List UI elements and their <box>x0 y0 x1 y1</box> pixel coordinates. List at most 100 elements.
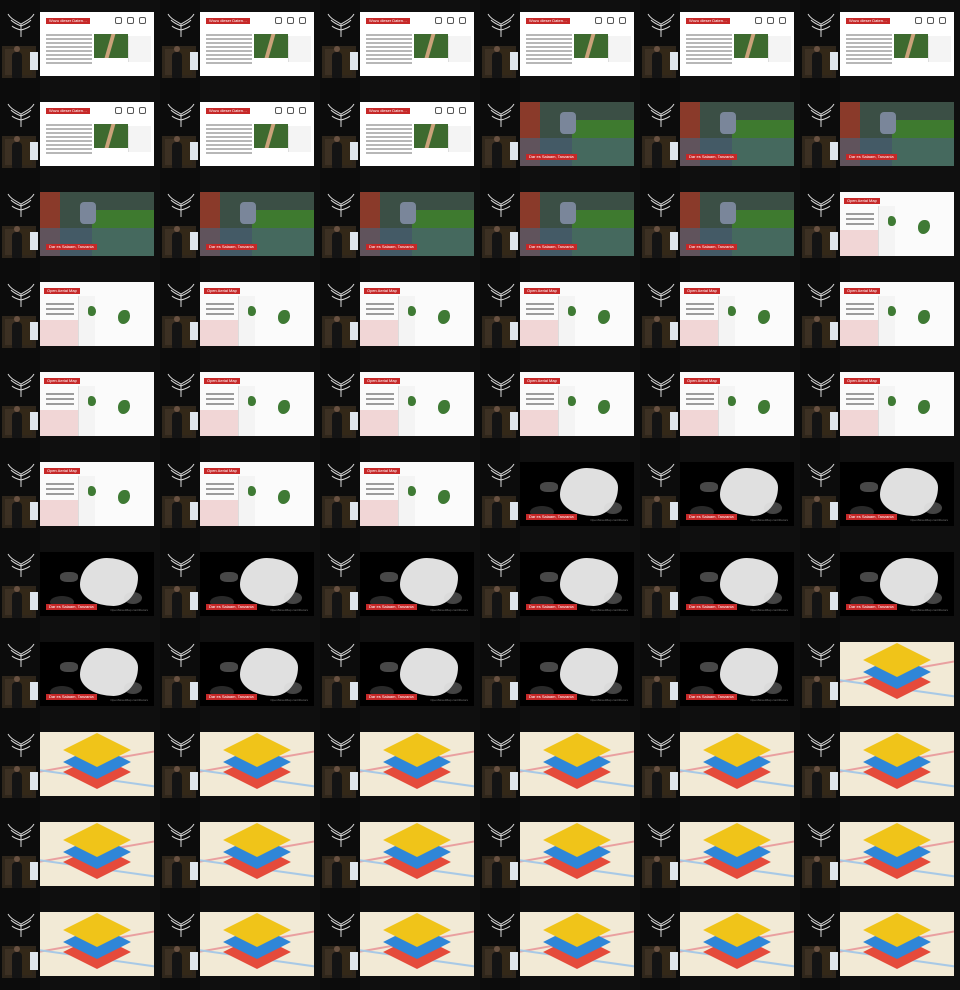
video-thumbnail[interactable]: Open Aerial Map <box>0 360 160 450</box>
slide-text: Wozu dieser Daten… <box>520 12 634 76</box>
video-thumbnail[interactable]: Dar es Salaam, Tanzania <box>640 90 800 180</box>
slide-title: Wozu dieser Daten… <box>206 108 250 114</box>
video-thumbnail[interactable]: Dar es Salaam, Tanzania <box>480 90 640 180</box>
video-thumbnail[interactable] <box>800 630 960 720</box>
video-thumbnail[interactable]: Dar es Salaam, Tanzania <box>480 180 640 270</box>
slide-title: Open Aerial Map <box>44 288 80 294</box>
video-thumbnail[interactable]: Dar es Salaam, Tanzania OpenStreetMap con… <box>640 540 800 630</box>
text-line <box>46 308 74 310</box>
video-thumbnail[interactable] <box>640 810 800 900</box>
video-thumbnail[interactable]: Open Aerial Map <box>480 270 640 360</box>
video-thumbnail[interactable]: Dar es Salaam, Tanzania OpenStreetMap con… <box>160 540 320 630</box>
video-thumbnail[interactable] <box>480 900 640 990</box>
video-thumbnail[interactable]: Open Aerial Map <box>800 360 960 450</box>
video-thumbnail[interactable] <box>320 810 480 900</box>
window-screen <box>350 322 358 340</box>
video-thumbnail[interactable]: Wozu dieser Daten… <box>160 0 320 90</box>
video-thumbnail[interactable] <box>160 720 320 810</box>
video-thumbnail[interactable]: Wozu dieser Daten… <box>0 90 160 180</box>
video-thumbnail[interactable]: Dar es Salaam, Tanzania <box>640 180 800 270</box>
video-thumbnail[interactable]: Dar es Salaam, Tanzania OpenStreetMap con… <box>160 630 320 720</box>
video-thumbnail[interactable]: Dar es Salaam, Tanzania OpenStreetMap con… <box>320 630 480 720</box>
video-thumbnail[interactable]: Dar es Salaam, Tanzania OpenStreetMap con… <box>800 540 960 630</box>
thumbnail-row <box>0 900 960 990</box>
video-thumbnail[interactable]: Dar es Salaam, Tanzania OpenStreetMap con… <box>320 540 480 630</box>
location-banner: Dar es Salaam, Tanzania <box>686 604 737 610</box>
tree-logo-icon <box>804 100 838 128</box>
video-thumbnail[interactable]: Dar es Salaam, Tanzania OpenStreetMap con… <box>640 630 800 720</box>
video-thumbnail[interactable]: Dar es Salaam, Tanzania OpenStreetMap con… <box>0 540 160 630</box>
text-line <box>526 46 572 48</box>
map-area <box>598 310 610 324</box>
video-thumbnail[interactable] <box>800 900 960 990</box>
video-thumbnail[interactable]: Wozu dieser Daten… <box>320 0 480 90</box>
video-thumbnail[interactable]: Wozu dieser Daten… <box>320 90 480 180</box>
video-thumbnail[interactable]: Open Aerial Map <box>160 360 320 450</box>
video-thumbnail[interactable] <box>160 810 320 900</box>
thumbnail-row: Dar es Salaam, Tanzania Dar es Salaam, Ta… <box>0 180 960 270</box>
video-thumbnail[interactable] <box>640 900 800 990</box>
video-thumbnail[interactable]: Open Aerial Map <box>800 180 960 270</box>
video-thumbnail[interactable]: Dar es Salaam, Tanzania OpenStreetMap con… <box>480 540 640 630</box>
video-thumbnail[interactable] <box>640 720 800 810</box>
speaker-icon <box>652 136 662 168</box>
speaker-panel <box>800 360 840 450</box>
location-banner: Dar es Salaam, Tanzania <box>526 694 577 700</box>
video-thumbnail[interactable]: Dar es Salaam, Tanzania OpenStreetMap con… <box>480 450 640 540</box>
video-thumbnail[interactable] <box>0 810 160 900</box>
video-thumbnail[interactable] <box>0 900 160 990</box>
video-thumbnail[interactable]: Dar es Salaam, Tanzania <box>800 90 960 180</box>
speaker-icon <box>652 226 662 258</box>
window-screen <box>350 952 358 970</box>
video-thumbnail[interactable]: Open Aerial Map <box>320 360 480 450</box>
text-line <box>526 308 554 310</box>
video-thumbnail[interactable]: Open Aerial Map <box>0 450 160 540</box>
slide-text-lines <box>206 32 252 66</box>
video-thumbnail[interactable]: Open Aerial Map <box>800 270 960 360</box>
slide-text-lines <box>46 300 74 318</box>
video-thumbnail[interactable] <box>800 810 960 900</box>
video-thumbnail[interactable]: Dar es Salaam, Tanzania <box>160 180 320 270</box>
video-thumbnail[interactable]: Open Aerial Map <box>320 450 480 540</box>
slide-icons <box>275 17 306 24</box>
video-thumbnail[interactable]: Open Aerial Map <box>640 270 800 360</box>
video-thumbnail[interactable]: Open Aerial Map <box>160 450 320 540</box>
video-thumbnail[interactable]: Open Aerial Map <box>480 360 640 450</box>
tree-logo-icon <box>484 280 518 308</box>
speaker-panel <box>320 90 360 180</box>
video-thumbnail[interactable]: Dar es Salaam, Tanzania <box>0 180 160 270</box>
video-thumbnail[interactable] <box>0 720 160 810</box>
video-thumbnail[interactable]: Dar es Salaam, Tanzania <box>320 180 480 270</box>
video-thumbnail[interactable] <box>480 810 640 900</box>
video-thumbnail[interactable] <box>800 720 960 810</box>
video-thumbnail[interactable]: Open Aerial Map <box>320 270 480 360</box>
flood-water <box>40 228 154 256</box>
video-thumbnail[interactable]: Wozu dieser Daten… <box>800 0 960 90</box>
video-thumbnail[interactable]: Dar es Salaam, Tanzania OpenStreetMap con… <box>480 630 640 720</box>
video-thumbnail[interactable] <box>160 900 320 990</box>
window-screen <box>670 322 678 340</box>
text-line <box>366 488 394 490</box>
video-thumbnail[interactable]: Dar es Salaam, Tanzania OpenStreetMap con… <box>0 630 160 720</box>
video-thumbnail[interactable] <box>320 720 480 810</box>
text-line <box>366 483 394 485</box>
video-thumbnail[interactable] <box>480 720 640 810</box>
slide-open-aerial-map: Open Aerial Map <box>360 462 474 526</box>
text-line <box>366 136 412 138</box>
video-thumbnail[interactable]: Wozu dieser Daten… <box>160 90 320 180</box>
video-thumbnail[interactable]: Dar es Salaam, Tanzania OpenStreetMap con… <box>640 450 800 540</box>
video-thumbnail[interactable]: Open Aerial Map <box>0 270 160 360</box>
video-thumbnail[interactable] <box>320 900 480 990</box>
speaker-panel <box>320 0 360 90</box>
video-thumbnail[interactable]: Open Aerial Map <box>640 360 800 450</box>
speaker-icon <box>652 766 662 798</box>
slide-text-lines <box>366 300 394 318</box>
video-thumbnail[interactable]: Wozu dieser Daten… <box>640 0 800 90</box>
window-screen <box>830 502 838 520</box>
video-thumbnail[interactable]: Open Aerial Map <box>160 270 320 360</box>
video-thumbnail[interactable]: Wozu dieser Daten… <box>480 0 640 90</box>
window-screen <box>670 502 678 520</box>
video-thumbnail[interactable]: Dar es Salaam, Tanzania OpenStreetMap con… <box>800 450 960 540</box>
pink-block <box>520 320 558 346</box>
video-thumbnail[interactable]: Wozu dieser Daten… <box>0 0 160 90</box>
